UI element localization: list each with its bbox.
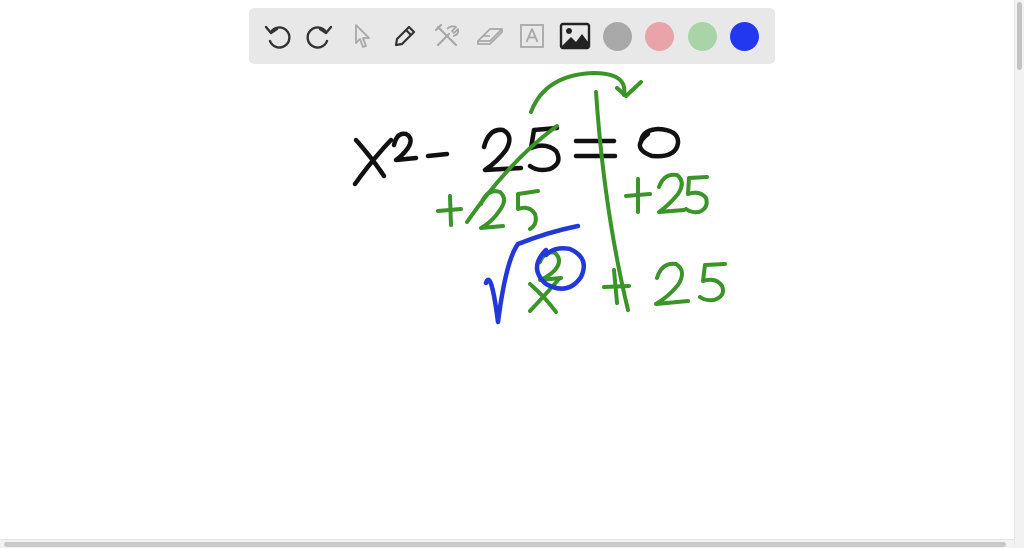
tools-icon xyxy=(434,23,460,47)
undo-icon xyxy=(264,25,291,49)
digit-two-bottom xyxy=(654,261,690,306)
digit-five-left xyxy=(516,189,540,231)
color-swatch xyxy=(687,21,717,51)
eraser-icon xyxy=(476,28,503,45)
pen-tool-button[interactable] xyxy=(387,18,423,54)
drawing-toolbar xyxy=(249,8,775,64)
color-gray-button[interactable] xyxy=(599,18,635,54)
digit-five-bottom xyxy=(698,262,727,303)
color-blue-button[interactable] xyxy=(727,18,763,54)
vertical-scrollbar[interactable] xyxy=(1014,0,1024,548)
redo-button[interactable] xyxy=(302,18,338,54)
horizontal-scrollbar[interactable] xyxy=(0,539,1014,548)
vertical-scrollbar-thumb[interactable] xyxy=(1017,2,1022,70)
text-tool-button[interactable] xyxy=(514,18,550,54)
tools-button[interactable] xyxy=(429,18,465,54)
plus-left-v xyxy=(448,194,453,227)
image-tool-button[interactable] xyxy=(557,18,593,54)
color-green-button[interactable] xyxy=(684,18,720,54)
digit-zero xyxy=(637,126,681,159)
arc-arrowhead xyxy=(615,80,643,98)
exponent-two xyxy=(391,131,419,163)
digit-two-left xyxy=(479,189,506,230)
color-pink-button[interactable] xyxy=(642,18,678,54)
minus-sign xyxy=(425,151,450,159)
color-swatch xyxy=(602,21,632,51)
handwriting-layer xyxy=(352,71,727,325)
digit-two-right xyxy=(657,172,686,214)
pencil-icon xyxy=(394,25,415,47)
horizontal-scrollbar-thumb[interactable] xyxy=(4,542,1006,547)
whiteboard-canvas[interactable] xyxy=(0,0,1024,548)
text-icon xyxy=(520,24,544,48)
arc-arrow xyxy=(529,71,627,114)
undo-button[interactable] xyxy=(259,18,295,54)
letter-x xyxy=(353,137,387,179)
color-swatch xyxy=(645,21,674,51)
color-swatch xyxy=(730,21,759,51)
plus-bottom-v xyxy=(612,268,619,305)
equation-ink xyxy=(352,125,681,187)
select-tool-button[interactable] xyxy=(344,18,380,54)
redo-icon xyxy=(305,25,332,49)
divider-line xyxy=(594,90,630,312)
strike-through xyxy=(465,124,559,224)
circle-mark xyxy=(534,246,586,291)
eraser-button[interactable] xyxy=(472,18,508,54)
digit-five-right xyxy=(684,175,709,215)
pointer-icon xyxy=(355,24,370,48)
image-icon xyxy=(559,22,590,50)
